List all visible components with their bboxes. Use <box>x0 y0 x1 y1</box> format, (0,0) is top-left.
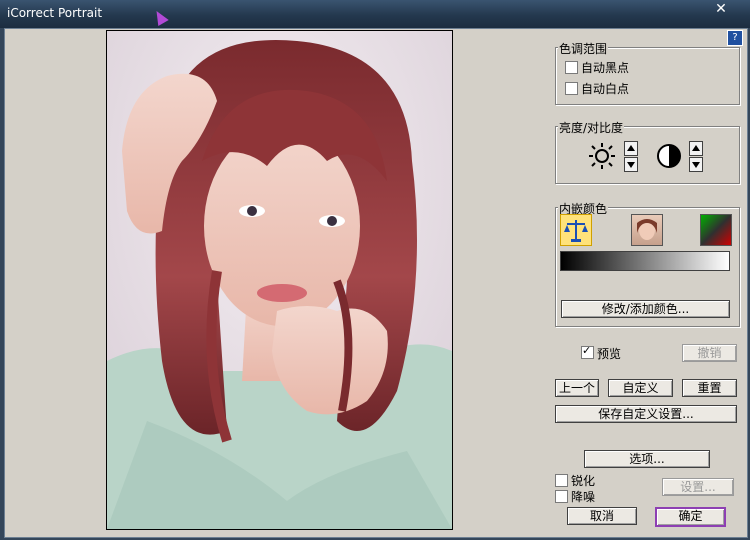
close-icon[interactable]: ✕ <box>708 0 734 18</box>
ok-button[interactable]: 确定 <box>655 507 726 527</box>
contrast-down-button[interactable] <box>689 157 703 172</box>
options-button[interactable]: 选项... <box>584 450 710 468</box>
contrast-icon <box>657 144 681 168</box>
contrast-up-button[interactable] <box>689 141 703 156</box>
sharpen-label: 锐化 <box>571 474 596 488</box>
settings-button[interactable]: 设置... <box>662 478 734 496</box>
denoise-label: 降噪 <box>571 490 596 504</box>
color-picker-icon[interactable] <box>700 214 732 246</box>
auto-black-checkbox[interactable] <box>565 61 578 74</box>
auto-white-label: 自动白点 <box>581 82 630 96</box>
skin-tone-icon[interactable] <box>631 214 663 246</box>
balance-icon[interactable] <box>560 214 592 246</box>
reset-button[interactable]: 重置 <box>682 379 737 397</box>
auto-black-label: 自动黑点 <box>581 61 630 75</box>
save-custom-settings-button[interactable]: 保存自定义设置... <box>555 405 737 423</box>
portrait-illustration <box>107 31 452 529</box>
sharpen-checkbox[interactable] <box>555 474 568 487</box>
previous-button[interactable]: 上一个 <box>555 379 599 397</box>
brightness-down-button[interactable] <box>624 157 638 172</box>
cancel-button[interactable]: 取消 <box>567 507 637 525</box>
brightness-contrast-title: 亮度/对比度 <box>558 119 625 136</box>
preview-label: 预览 <box>597 347 622 361</box>
preview-checkbox[interactable] <box>581 344 594 359</box>
denoise-checkbox[interactable] <box>555 490 568 503</box>
tone-range-title: 色调范围 <box>558 40 609 57</box>
custom-button[interactable]: 自定义 <box>608 379 673 397</box>
modify-add-color-button[interactable]: 修改/添加颜色... <box>561 300 730 318</box>
window-title: iCorrect Portrait <box>7 6 103 20</box>
auto-white-checkbox[interactable] <box>565 82 578 95</box>
brightness-up-button[interactable] <box>624 141 638 156</box>
portrait-preview-image <box>106 30 453 530</box>
help-icon[interactable]: ? <box>727 30 743 46</box>
memory-color-gradient-bar <box>560 251 730 271</box>
brightness-contrast-group: 亮度/对比度 <box>555 119 740 184</box>
title-bar: iCorrect Portrait ✕ <box>0 0 750 28</box>
brightness-sun-icon <box>589 143 615 169</box>
undo-button[interactable]: 撤销 <box>682 344 737 362</box>
